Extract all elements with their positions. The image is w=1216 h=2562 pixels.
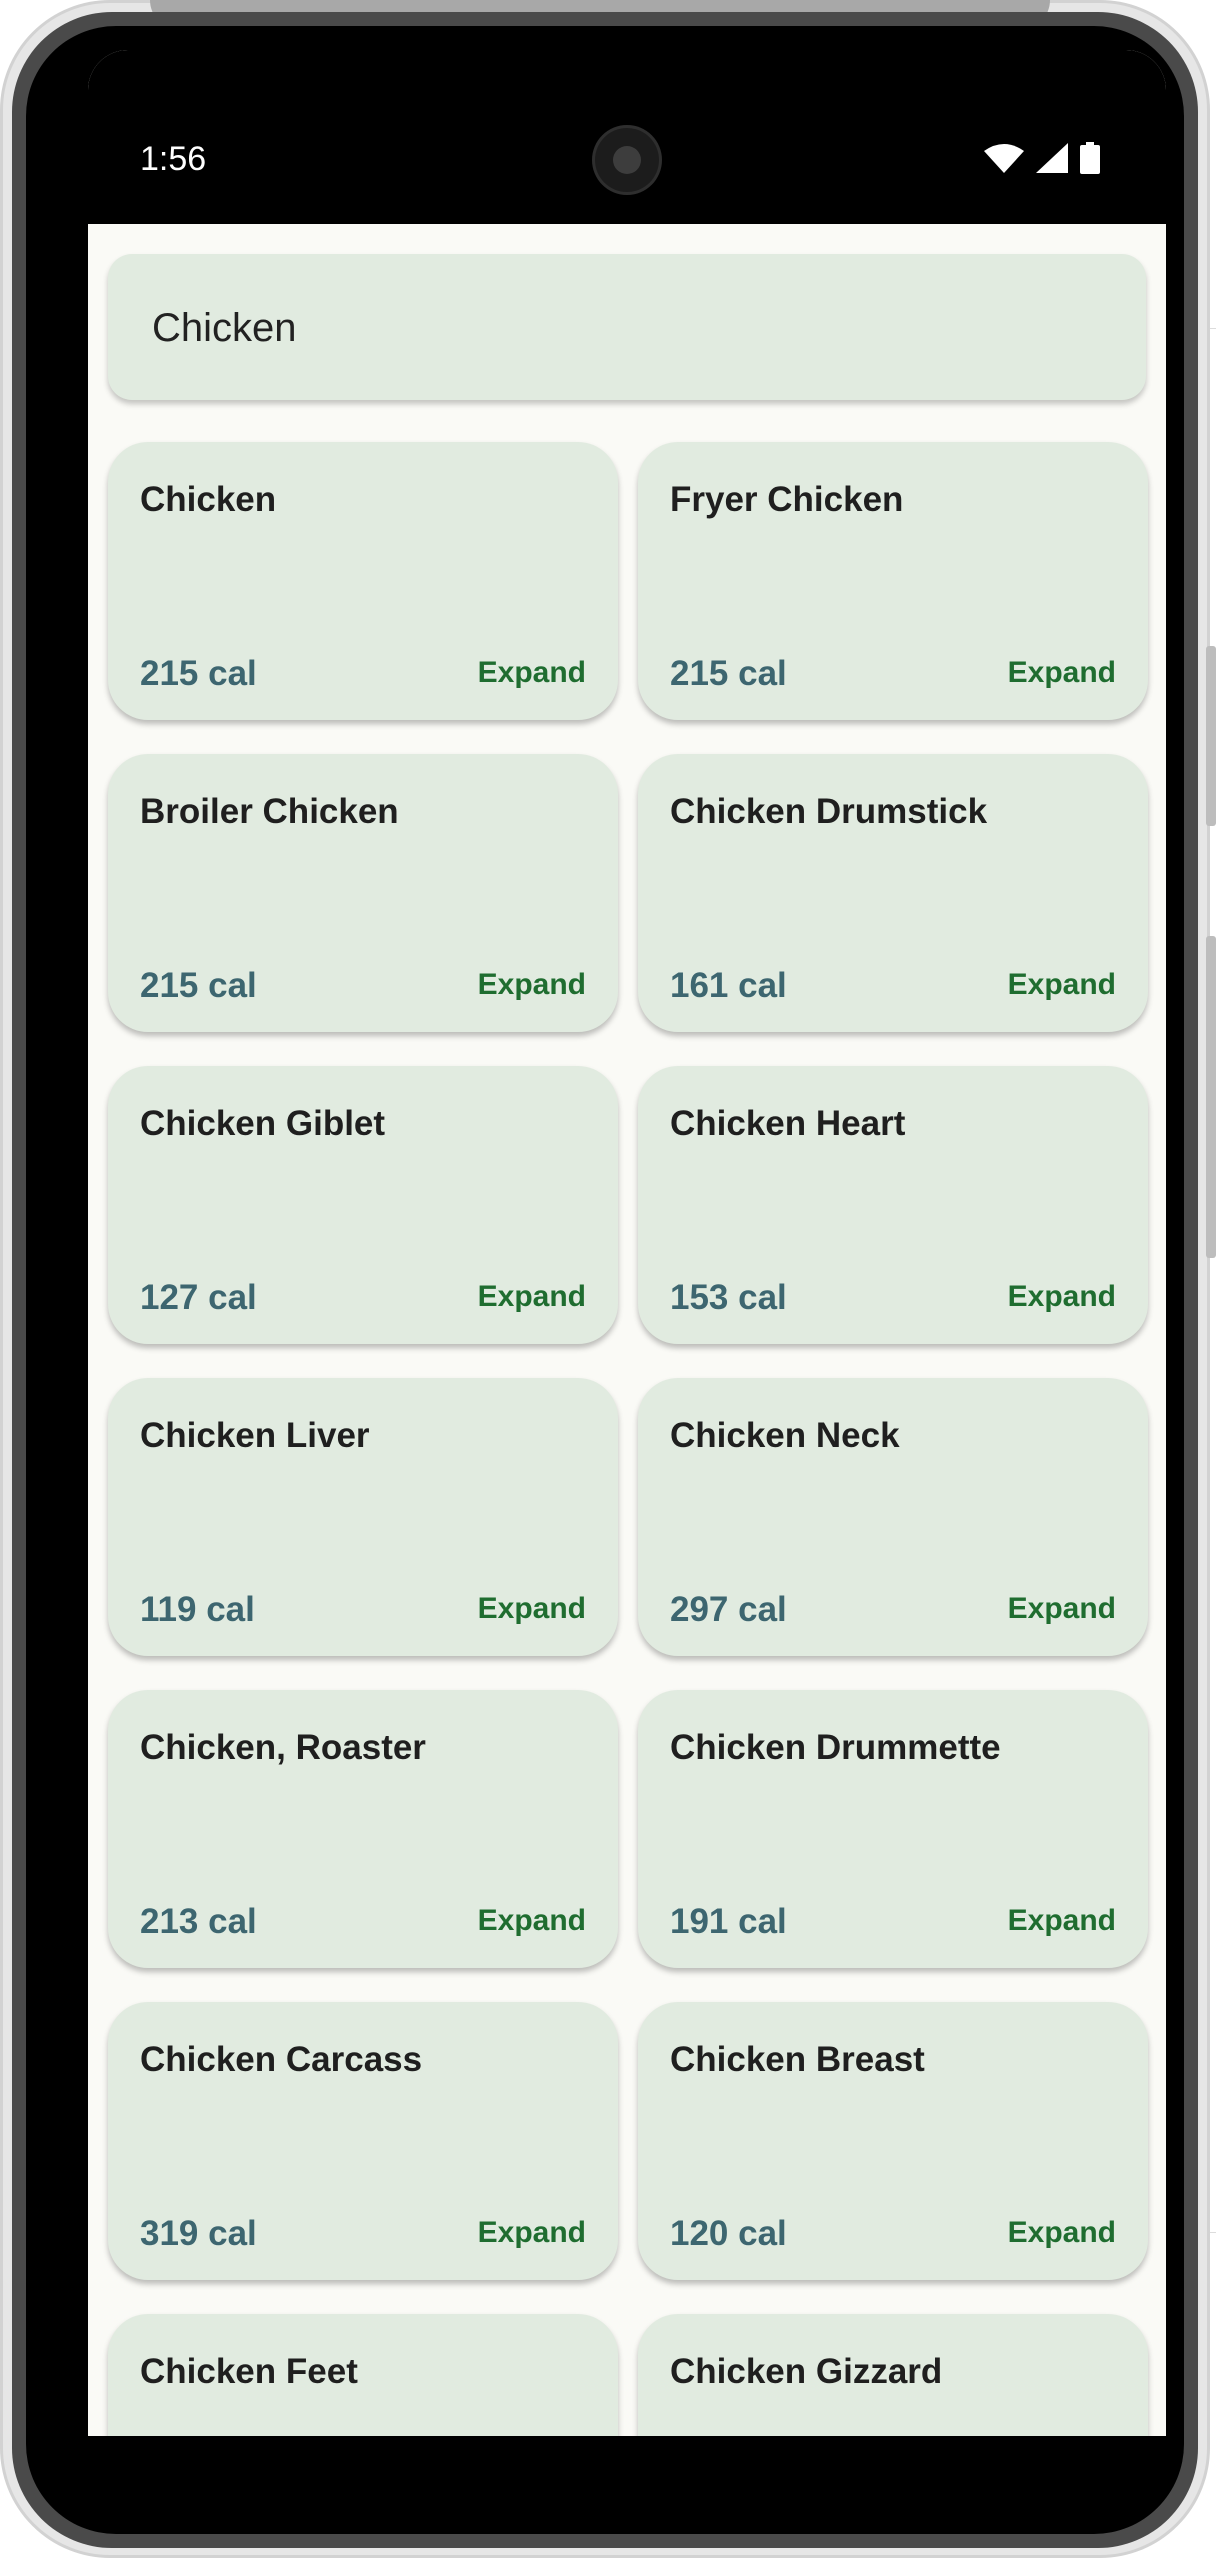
- food-calories: 215 cal: [670, 654, 787, 693]
- cell-signal-icon: [1036, 143, 1068, 173]
- food-name: Chicken Heart: [670, 1104, 906, 1143]
- expand-button[interactable]: Expand: [1008, 968, 1116, 1002]
- food-calories: 297 cal: [670, 1590, 787, 1629]
- device-screen-border: 1:56 Chicken Chicken 215 cal Expand Fryer C…: [26, 26, 1184, 2534]
- food-card[interactable]: Chicken Liver 119 cal Expand: [108, 1378, 618, 1656]
- expand-button[interactable]: Expand: [478, 1592, 586, 1626]
- food-name: Broiler Chicken: [140, 792, 399, 831]
- food-card[interactable]: Fryer Chicken 215 cal Expand: [638, 442, 1148, 720]
- status-bar: 1:56: [88, 50, 1166, 224]
- food-name: Chicken Liver: [140, 1416, 370, 1455]
- food-name: Chicken Neck: [670, 1416, 900, 1455]
- food-name: Chicken Drumstick: [670, 792, 988, 831]
- food-name: Chicken Giblet: [140, 1104, 386, 1143]
- food-grid: Chicken 215 cal Expand Fryer Chicken 215 cal…: [108, 442, 1148, 2436]
- food-card[interactable]: Chicken Breast 120 cal Expand: [638, 2002, 1148, 2280]
- food-name: Chicken: [140, 480, 277, 519]
- food-card[interactable]: Chicken, Roaster 213 cal Expand: [108, 1690, 618, 1968]
- volume-button: [1206, 646, 1216, 826]
- food-name: Fryer Chicken: [670, 480, 904, 519]
- wifi-icon: [984, 144, 1024, 173]
- food-card[interactable]: Chicken Heart 153 cal Expand: [638, 1066, 1148, 1344]
- food-calories: 120 cal: [670, 2214, 787, 2253]
- status-time: 1:56: [140, 140, 207, 178]
- food-name: Chicken, Roaster: [140, 1728, 426, 1767]
- expand-button[interactable]: Expand: [478, 1904, 586, 1938]
- content-area: Chicken Chicken 215 cal Expand Fryer Chicke…: [88, 224, 1166, 2436]
- food-card[interactable]: Chicken Neck 297 cal Expand: [638, 1378, 1148, 1656]
- search-input-value: Chicken: [152, 306, 297, 350]
- food-name: Chicken Drummette: [670, 1728, 1001, 1767]
- food-card[interactable]: Chicken Giblet 127 cal Expand: [108, 1066, 618, 1344]
- food-calories: 215 cal: [140, 654, 257, 693]
- status-icons: [984, 142, 1100, 174]
- front-camera: [595, 128, 659, 192]
- food-calories: 215 cal: [140, 966, 257, 1005]
- food-name: Chicken Gizzard: [670, 2352, 943, 2391]
- camera-lens: [613, 146, 641, 174]
- expand-button[interactable]: Expand: [478, 2216, 586, 2250]
- food-card[interactable]: Chicken Carcass 319 cal Expand: [108, 2002, 618, 2280]
- food-calories: 161 cal: [670, 966, 787, 1005]
- food-name: Chicken Carcass: [140, 2040, 423, 2079]
- search-input[interactable]: Chicken: [108, 254, 1146, 400]
- expand-button[interactable]: Expand: [1008, 1280, 1116, 1314]
- expand-button[interactable]: Expand: [1008, 2216, 1116, 2250]
- battery-icon: [1080, 142, 1100, 174]
- food-card[interactable]: Chicken GizzardExpand: [638, 2314, 1148, 2436]
- food-card[interactable]: Chicken Drumstick 161 cal Expand: [638, 754, 1148, 1032]
- screen: 1:56 Chicken Chicken 215 cal Expand Fryer C…: [88, 50, 1166, 2436]
- food-calories: 319 cal: [140, 2214, 257, 2253]
- expand-button[interactable]: Expand: [1008, 656, 1116, 690]
- food-calories: 213 cal: [140, 1902, 257, 1941]
- expand-button[interactable]: Expand: [478, 1280, 586, 1314]
- expand-button[interactable]: Expand: [478, 656, 586, 690]
- food-name: Chicken Feet: [140, 2352, 358, 2391]
- food-card[interactable]: Broiler Chicken 215 cal Expand: [108, 754, 618, 1032]
- food-card[interactable]: Chicken Drummette 191 cal Expand: [638, 1690, 1148, 1968]
- power-button: [1206, 936, 1216, 1258]
- food-calories: 127 cal: [140, 1278, 257, 1317]
- food-card[interactable]: Chicken FeetExpand: [108, 2314, 618, 2436]
- food-card[interactable]: Chicken 215 cal Expand: [108, 442, 618, 720]
- food-calories: 191 cal: [670, 1902, 787, 1941]
- food-calories: 119 cal: [140, 1590, 255, 1629]
- expand-button[interactable]: Expand: [1008, 1904, 1116, 1938]
- expand-button[interactable]: Expand: [1008, 1592, 1116, 1626]
- food-calories: 153 cal: [670, 1278, 787, 1317]
- food-name: Chicken Breast: [670, 2040, 925, 2079]
- expand-button[interactable]: Expand: [478, 968, 586, 1002]
